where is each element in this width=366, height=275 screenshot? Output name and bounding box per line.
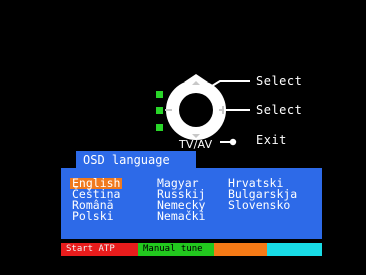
exit-dot-icon (229, 138, 237, 146)
language-option-slovensko[interactable]: Slovensko (226, 199, 299, 211)
green-key-manual-tune[interactable]: Manual tune (138, 243, 214, 256)
plus-icon-vertical (222, 106, 224, 114)
osd-language-panel: English Čeština Română Polski Magyar Rus… (61, 168, 322, 239)
tv-screen: Select Select Exit TV/AV OSD language En… (0, 0, 366, 275)
red-key-start-atp[interactable]: Start ATP (61, 243, 138, 256)
osd-menu-title: OSD language (76, 151, 196, 168)
exit-label: Exit (256, 133, 287, 147)
callout-line-top (211, 80, 250, 87)
tv-av-label: TV/AV (179, 138, 213, 151)
blue-key[interactable] (267, 243, 322, 256)
function-key-bar: Start ATP Manual tune (61, 243, 322, 256)
green-key-label: Manual tune (143, 244, 203, 254)
language-option-nemacki[interactable]: Nemački (155, 210, 207, 222)
language-column-1: English Čeština Română Polski (70, 177, 123, 222)
language-column-2: Magyar Russkij Nemecky Nemački (155, 177, 207, 222)
up-arrow-icon (184, 74, 208, 82)
yellow-key[interactable] (214, 243, 267, 256)
remote-center-button (179, 93, 213, 127)
select-label-top: Select (256, 74, 303, 88)
select-label-middle: Select (256, 103, 303, 117)
minus-icon (165, 109, 172, 111)
language-column-3: Hrvatski Bulgarskja Slovensko (226, 177, 299, 211)
language-option-polski[interactable]: Polski (70, 210, 122, 222)
red-key-label: Start ATP (66, 244, 115, 254)
